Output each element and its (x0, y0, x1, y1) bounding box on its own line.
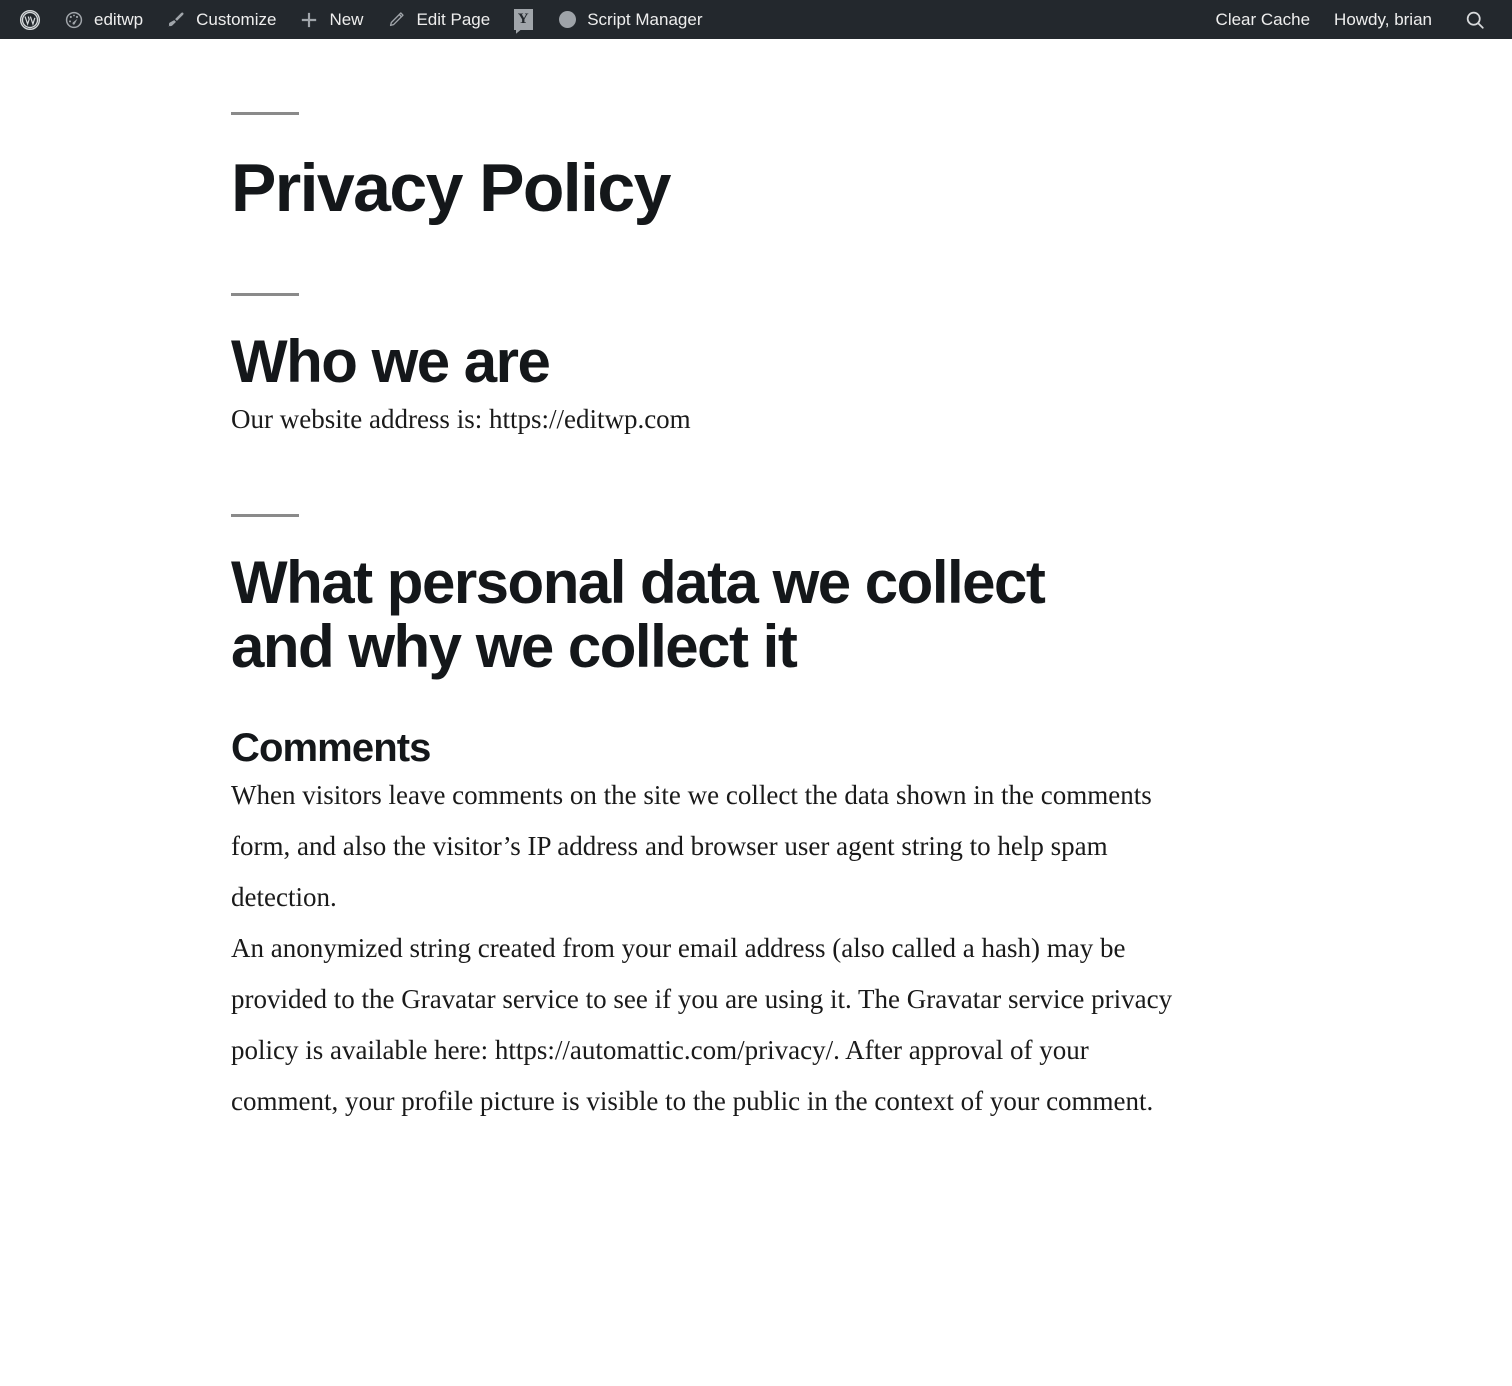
adminbar-new[interactable]: New (287, 0, 374, 39)
circle-icon (556, 9, 578, 31)
title-rule (231, 112, 299, 115)
section-rule-personal-data (231, 514, 299, 518)
page-content: Privacy Policy Who we are Our website ad… (0, 112, 1512, 1127)
dashboard-icon (63, 9, 85, 31)
section-heading-who-we-are: Who we are (231, 328, 551, 396)
section-heading-personal-data: What personal data we collect and why we… (231, 549, 1046, 681)
section-rule-who-we-are (231, 293, 299, 297)
adminbar-my-account[interactable]: Howdy, brian (1322, 0, 1444, 39)
adminbar-new-label: New (329, 10, 364, 29)
plus-icon (298, 9, 320, 31)
adminbar-script-manager-label: Script Manager (587, 10, 703, 29)
wordpress-logo-icon (19, 9, 41, 31)
adminbar-site-name-label: editwp (94, 10, 144, 29)
page-title: Privacy Policy (231, 150, 671, 226)
adminbar-wp-logo[interactable] (8, 0, 52, 39)
paragraph-gravatar: An anonymized string created from your e… (231, 932, 1173, 1116)
yoast-seo-icon: Y (512, 9, 534, 31)
adminbar-yoast-seo[interactable]: Y (501, 0, 545, 39)
adminbar-edit-page[interactable]: Edit Page (374, 0, 501, 39)
adminbar-script-manager[interactable]: Script Manager (545, 0, 713, 39)
adminbar-site-name[interactable]: editwp (52, 0, 154, 39)
paragraph-comments-collection: When visitors leave comments on the site… (231, 779, 1152, 912)
adminbar-customize[interactable]: Customize (154, 0, 287, 39)
wordpress-admin-bar: editwp Customize New Edit Page Y Script … (0, 0, 1512, 39)
adminbar-clear-cache[interactable]: Clear Cache (1204, 0, 1323, 39)
paintbrush-icon (165, 9, 187, 31)
pencil-icon (385, 9, 407, 31)
paragraph-website-address: Our website address is: https://editwp.c… (231, 404, 691, 435)
adminbar-left-group: editwp Customize New Edit Page Y Script … (0, 0, 713, 39)
adminbar-right-group: Clear Cache Howdy, brian (1204, 0, 1512, 39)
adminbar-customize-label: Customize (196, 10, 277, 29)
adminbar-search-toggle[interactable] (1444, 0, 1496, 39)
adminbar-edit-page-label: Edit Page (416, 10, 491, 29)
subsection-heading-comments: Comments (231, 725, 431, 770)
search-icon (1464, 9, 1486, 31)
